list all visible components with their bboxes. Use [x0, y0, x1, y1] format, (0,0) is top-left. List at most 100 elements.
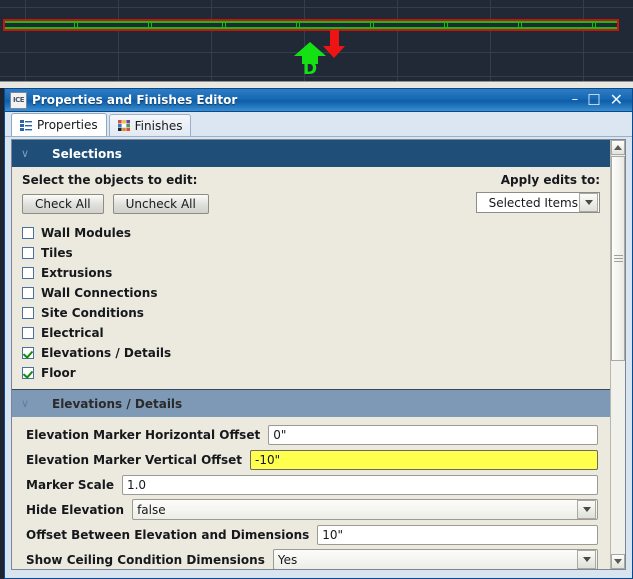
apply-edits-label: Apply edits to:: [500, 173, 600, 187]
check-all-button[interactable]: Check All: [22, 194, 104, 214]
dimension-marker-arrow[interactable]: [323, 30, 345, 58]
tab-properties[interactable]: Properties: [11, 113, 107, 136]
property-label: Marker Scale: [26, 477, 114, 492]
property-input[interactable]: -10": [250, 449, 598, 470]
property-label: Hide Elevation: [26, 502, 125, 517]
elevations-fields: Elevation Marker Horizontal Offset 0" Elev…: [12, 417, 610, 569]
app-icon: ICE: [10, 91, 27, 109]
grid-line: [397, 0, 398, 88]
property-row: Elevation Marker Vertical Offset -10": [26, 447, 598, 472]
elevation-arrow-up-icon: [294, 42, 326, 56]
checkbox-unchecked[interactable]: [22, 327, 34, 339]
checkbox-unchecked[interactable]: [22, 247, 34, 259]
checkbox-label: Elevations / Details: [41, 346, 172, 360]
chevron-down-icon: ∨: [20, 397, 30, 410]
cad-viewport[interactable]: D: [0, 0, 633, 88]
close-button[interactable]: ✕: [610, 92, 623, 108]
section-header-selections[interactable]: ∨ Selections: [12, 140, 610, 167]
apply-edits-dropdown[interactable]: Selected Items: [476, 192, 600, 213]
checkbox-unchecked[interactable]: [22, 287, 34, 299]
grid-line: [25, 0, 26, 88]
scrollbar-thumb[interactable]: [611, 156, 625, 361]
dimension-arrow-down-icon: [323, 46, 345, 58]
window-title: Properties and Finishes Editor: [32, 93, 238, 107]
chevron-down-icon[interactable]: [577, 550, 596, 569]
property-label: Offset Between Elevation and Dimensions: [26, 527, 310, 542]
color-swatch-icon: [117, 120, 130, 131]
grid-line: [583, 0, 584, 88]
properties-finishes-editor-window: ICE Properties and Finishes Editor – ☐ ✕…: [4, 88, 633, 579]
checkbox-unchecked[interactable]: [22, 227, 34, 239]
scroll-down-button[interactable]: [611, 554, 625, 569]
checkbox-label: Electrical: [41, 326, 104, 340]
tab-finishes-label: Finishes: [134, 118, 183, 133]
properties-panel: ∨ Selections Select the objects to edit:…: [11, 139, 626, 570]
checkbox-label: Tiles: [41, 246, 73, 260]
checkbox-row[interactable]: Extrusions: [22, 263, 600, 283]
section-title-selections: Selections: [52, 146, 122, 161]
tab-strip: Properties Finishes: [5, 112, 632, 137]
wall-node[interactable]: [296, 21, 300, 29]
section-header-elevations-details[interactable]: ∨ Elevations / Details: [12, 390, 610, 417]
selections-body: Select the objects to edit: Check All Un…: [12, 167, 610, 389]
checkbox-row[interactable]: Tiles: [22, 243, 600, 263]
checkbox-checked[interactable]: [22, 367, 34, 379]
maximize-button[interactable]: ☐: [587, 93, 600, 108]
wall-node[interactable]: [222, 21, 226, 29]
checkbox-unchecked[interactable]: [22, 267, 34, 279]
minimize-button[interactable]: –: [572, 93, 579, 107]
checkbox-label: Wall Modules: [41, 226, 132, 240]
scroll-up-button[interactable]: [611, 140, 625, 155]
dimension-arrow-stem: [329, 30, 339, 46]
property-dropdown[interactable]: false: [132, 499, 598, 520]
checkbox-label: Wall Connections: [41, 286, 158, 300]
wall-node[interactable]: [370, 21, 374, 29]
uncheck-all-button[interactable]: Uncheck All: [112, 194, 209, 214]
object-type-checkbox-list: Wall Modules Tiles Extrusions Wall Connecti…: [22, 223, 600, 389]
tab-finishes[interactable]: Finishes: [108, 114, 192, 136]
checkbox-row[interactable]: Electrical: [22, 323, 600, 343]
chevron-down-icon[interactable]: [577, 500, 596, 519]
vertical-scrollbar[interactable]: [610, 140, 625, 569]
wall-node[interactable]: [592, 21, 596, 29]
checkbox-row[interactable]: Floor: [22, 363, 600, 383]
wall-node[interactable]: [148, 21, 152, 29]
grid-line: [211, 0, 212, 88]
property-label: Show Ceiling Condition Dimensions: [26, 552, 265, 567]
wall-node[interactable]: [444, 21, 448, 29]
checkbox-label: Extrusions: [41, 266, 113, 280]
grid-line: [118, 0, 119, 88]
wall-assembly[interactable]: [3, 19, 619, 31]
wall-node[interactable]: [74, 21, 78, 29]
triangle-up-icon: [614, 145, 622, 150]
property-row: Elevation Marker Horizontal Offset 0": [26, 422, 598, 447]
checkbox-label: Floor: [41, 366, 76, 380]
property-input[interactable]: 0": [268, 424, 598, 445]
property-row: Hide Elevation false: [26, 497, 598, 522]
checkbox-row[interactable]: Site Conditions: [22, 303, 600, 323]
checkbox-row[interactable]: Wall Modules: [22, 223, 600, 243]
grip-icon: [613, 255, 623, 262]
checkbox-row[interactable]: Wall Connections: [22, 283, 600, 303]
wall-node[interactable]: [518, 21, 522, 29]
property-label: Elevation Marker Horizontal Offset: [26, 427, 261, 442]
tab-properties-label: Properties: [37, 118, 98, 132]
section-title-elevations-details: Elevations / Details: [52, 396, 183, 411]
properties-scroll-area: ∨ Selections Select the objects to edit:…: [12, 140, 610, 569]
chevron-down-icon[interactable]: [579, 193, 598, 212]
checkbox-unchecked[interactable]: [22, 307, 34, 319]
list-icon: [20, 119, 32, 131]
elevation-marker-d[interactable]: D: [294, 42, 326, 78]
checkbox-row[interactable]: Elevations / Details: [22, 343, 600, 363]
select-objects-prompt: Select the objects to edit:: [22, 173, 198, 187]
grid-line: [0, 7, 633, 8]
property-input[interactable]: 1.0: [121, 474, 598, 495]
property-dropdown[interactable]: Yes: [272, 549, 598, 569]
grid-line: [490, 0, 491, 88]
checkbox-checked[interactable]: [22, 347, 34, 359]
window-titlebar[interactable]: ICE Properties and Finishes Editor – ☐ ✕: [5, 89, 632, 112]
property-row: Offset Between Elevation and Dimensions 1…: [26, 522, 598, 547]
property-input[interactable]: 10": [317, 524, 598, 545]
property-row: Show Ceiling Condition Dimensions Yes: [26, 547, 598, 569]
apply-edits-value: Selected Items: [488, 195, 578, 210]
